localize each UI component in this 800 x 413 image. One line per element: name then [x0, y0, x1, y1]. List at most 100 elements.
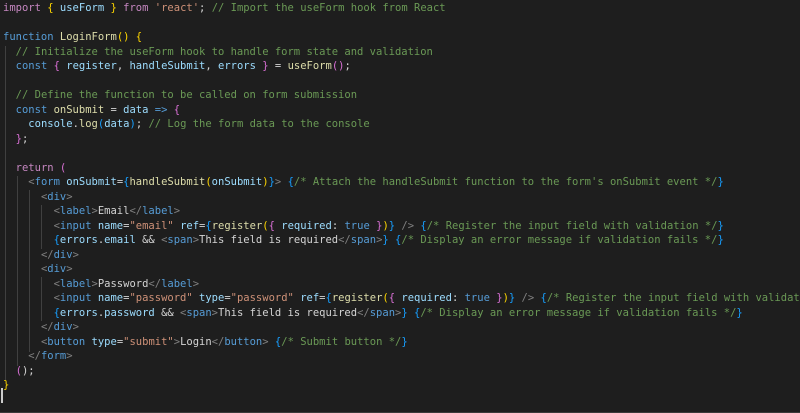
code-token: true	[344, 219, 370, 232]
code-line[interactable]: ();	[3, 364, 35, 379]
code-line[interactable]: </div>	[3, 248, 79, 263]
code-line[interactable]: };	[3, 132, 29, 147]
code-token: span	[350, 234, 377, 246]
code-line[interactable]: </div>	[3, 320, 79, 335]
code-line[interactable]: const onSubmit = data => {	[3, 103, 180, 118]
code-token: Email	[97, 205, 130, 217]
code-token: /* Display an error message if validatio…	[420, 306, 737, 319]
code-line[interactable]: <div>	[3, 190, 73, 205]
code-token: "submit"	[123, 335, 174, 348]
code-token: );	[21, 364, 35, 377]
code-line[interactable]: // Define the function to be called on f…	[3, 88, 357, 103]
code-editor[interactable]: import { useForm } from 'react'; // Impo…	[0, 0, 800, 413]
code-line[interactable]: <input name="password" type="password" r…	[3, 291, 800, 306]
code-line[interactable]: <label>Email</label>	[3, 204, 180, 219]
code-token: onSubmit	[53, 103, 105, 116]
code-token: form	[40, 350, 67, 362]
code-token: ,	[205, 60, 218, 72]
code-token: onSubmit	[211, 176, 263, 188]
code-token: password	[104, 306, 155, 319]
code-token: "email"	[129, 219, 174, 232]
code-token: &&	[135, 234, 162, 246]
code-line[interactable]: <label>Password</label>	[3, 277, 199, 292]
code-line[interactable]: </form>	[3, 349, 73, 364]
code-token: {	[135, 31, 143, 43]
code-token: >	[66, 350, 73, 362]
code-token: div	[53, 248, 73, 261]
code-token: type	[199, 292, 225, 304]
code-token: </	[28, 350, 41, 362]
code-line[interactable]: {errors.password && <span>This field is …	[3, 306, 743, 321]
code-token: "password"	[129, 292, 193, 304]
code-token: />	[521, 292, 535, 304]
code-token: &&	[154, 306, 181, 319]
code-token: ()	[116, 31, 130, 43]
code-token: /* Register the input field with validat…	[546, 292, 800, 304]
code-token: console	[28, 118, 73, 130]
code-line[interactable]: return (	[3, 161, 67, 176]
code-line[interactable]: import { useForm } from 'react'; // Impo…	[3, 1, 446, 16]
code-line[interactable]: {errors.email && <span>This field is req…	[3, 233, 724, 248]
code-line[interactable]: <div>	[3, 262, 73, 277]
code-token: return	[15, 161, 54, 174]
code-token: >	[72, 321, 79, 333]
code-token: span	[369, 306, 396, 319]
code-token: errors	[218, 60, 256, 72]
code-token: Login	[180, 335, 212, 348]
code-line[interactable]: <form onSubmit={handleSubmit(onSubmit)}>…	[3, 175, 723, 190]
code-line[interactable]: // Initialize the useForm hook to handle…	[3, 45, 433, 60]
code-token: label	[161, 277, 193, 290]
code-token: </	[40, 248, 54, 261]
code-token: </	[211, 335, 225, 348]
code-line[interactable]: const { register, handleSubmit, errors }…	[3, 59, 351, 74]
code-token: :	[451, 292, 465, 304]
code-token: input	[59, 292, 92, 304]
code-token: "password"	[230, 292, 294, 304]
code-token: div	[47, 190, 67, 203]
code-token: register	[211, 219, 263, 232]
code-token: email	[104, 234, 136, 246]
code-token: (	[59, 161, 67, 174]
code-token: >	[173, 205, 181, 217]
code-token: </	[40, 321, 54, 333]
code-line[interactable]: <input name="email" ref={register({ requ…	[3, 219, 724, 234]
code-token: // Log the form data to the console	[148, 118, 370, 130]
code-token: errors	[59, 306, 98, 319]
code-token: }	[401, 335, 408, 348]
code-token: }	[717, 234, 724, 246]
code-line[interactable]: }	[3, 378, 9, 393]
code-token: ;	[199, 2, 212, 14]
code-line[interactable]: <button type="submit">Login</button> {/*…	[3, 335, 408, 350]
code-token: data	[123, 103, 149, 116]
code-token: div	[53, 321, 73, 333]
code-token: /* Display an error message if validatio…	[401, 234, 718, 246]
code-token: const	[15, 103, 48, 116]
code-line[interactable]: console.log(data); // Log the form data …	[3, 117, 370, 132]
code-token: span	[167, 234, 193, 246]
code-token: from	[123, 2, 149, 14]
code-token: label	[59, 277, 92, 290]
code-token: const	[15, 60, 48, 72]
code-token: name	[97, 292, 124, 304]
code-token: form	[34, 176, 60, 188]
code-token: log	[78, 118, 98, 130]
code-token: </	[148, 277, 162, 290]
code-line[interactable]: function LoginForm() {	[3, 30, 142, 45]
code-token: required	[281, 219, 332, 232]
code-token: register	[331, 292, 383, 304]
code-token: required	[401, 292, 452, 304]
